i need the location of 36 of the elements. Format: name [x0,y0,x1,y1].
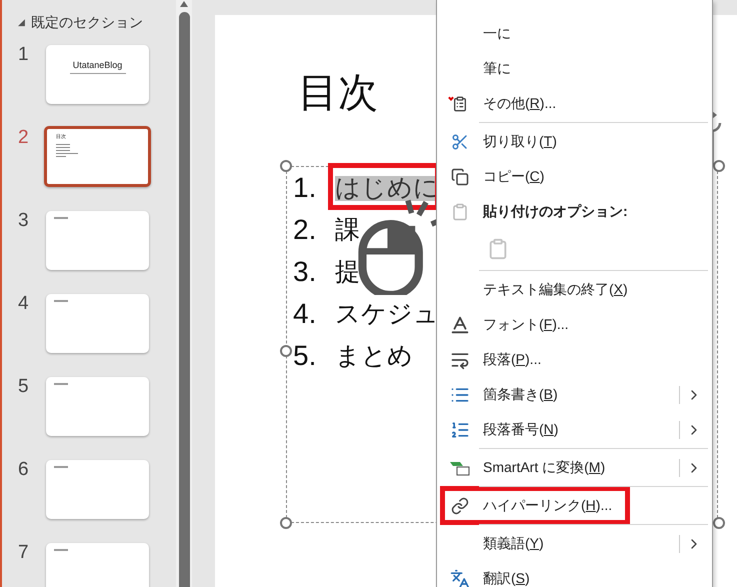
list-number: 5. [293,342,318,370]
menu-section-header: 貼り付けのオプション: [437,194,712,229]
collapse-arrow-icon[interactable]: ◢ [18,16,25,30]
list-number: 2. [293,216,318,244]
slide-number: 5 [17,377,30,396]
menu-item[interactable]: フォント(F)... [437,307,712,342]
menu-item[interactable]: 切り取り(T) [437,124,712,159]
menu-item[interactable]: テキスト編集の終了(X) [437,272,712,307]
menu-item[interactable]: 段落番号(N) [437,412,712,447]
menu-item[interactable]: その他(R)... [437,86,712,121]
list-number: 3. [293,258,318,286]
section-title[interactable]: 既定のセクション [31,12,143,33]
list-number: 1. [293,174,318,202]
menu-item[interactable]: 筆に [437,51,712,86]
menu-item[interactable]: 段落(P)... [437,342,712,377]
list-item-text: スケジュ [335,302,439,326]
list-item-text: 提 [335,260,360,284]
thumbnail-title: UtataneBlog [72,61,122,70]
menu-item[interactable]: 翻訳(S) [437,561,712,587]
menu-item[interactable]: 箇条書き(B) [437,377,712,412]
list-number: 4. [293,300,318,328]
slide-number: 2 [17,128,30,147]
menu-item[interactable]: SmartArt に変換(M) [437,450,712,485]
menu-item[interactable]: コピー(C) [437,159,712,194]
menu-item[interactable]: 一に [437,16,712,51]
list-item-text: まとめ [335,344,413,368]
slide-number: 4 [17,294,30,313]
list-item-text: 課 [335,218,360,242]
slide-number: 3 [17,211,30,230]
slide-number: 6 [17,460,30,479]
menu-item[interactable]: 類義語(Y) [437,526,712,561]
slide-thumbnail[interactable]: UtataneBlog [46,45,149,104]
slide-number: 7 [17,543,30,562]
slide-title: 目次 [298,73,378,113]
menu-item[interactable]: ハイパーリンク(H)... [437,488,712,523]
slide-number: 1 [17,45,30,64]
